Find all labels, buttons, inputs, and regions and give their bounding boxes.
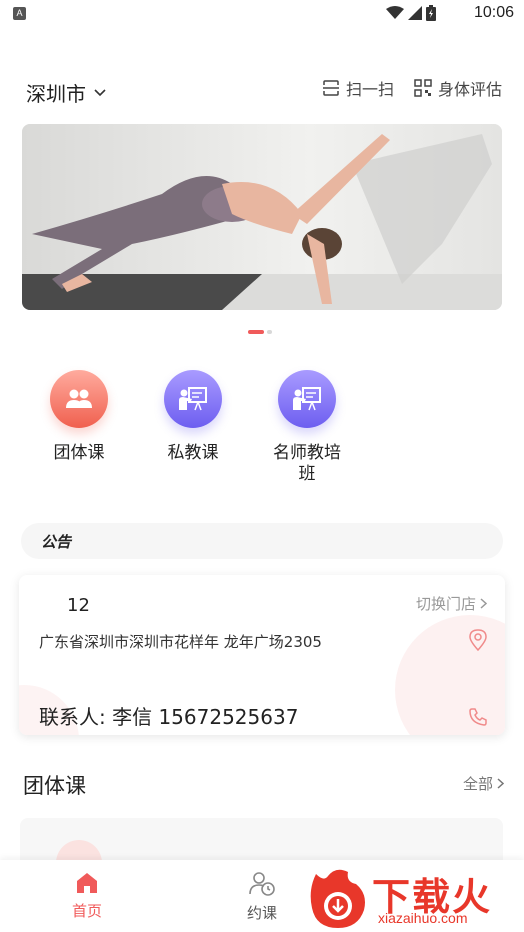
location-pin-icon[interactable] (469, 629, 487, 651)
phone-icon[interactable] (469, 708, 487, 726)
category-shortcuts: 团体课 私教课 名师教培班 (22, 370, 364, 485)
category-label: 私教课 (167, 443, 219, 463)
qr-code-icon (414, 79, 432, 97)
status-bar: A 10:06 (0, 0, 524, 28)
clock: 10:06 (473, 4, 514, 21)
notification-badge: A (13, 7, 26, 20)
section-title-group-class: 团体课 (23, 774, 86, 798)
watermark-url: xiazaihuo.com (378, 910, 468, 926)
scan-icon (322, 80, 339, 96)
store-name: 12 (67, 595, 90, 616)
pagination-dot[interactable] (267, 330, 272, 334)
switch-store-label: 切换门店 (415, 595, 476, 613)
signal-icon (408, 6, 422, 20)
category-label: 名师教培班 (273, 443, 341, 484)
pagination-dot-active[interactable] (248, 330, 264, 334)
banner-pagination (248, 330, 272, 334)
card-decoration (395, 615, 505, 735)
body-assessment-button[interactable]: 身体评估 (414, 76, 502, 100)
chevron-right-icon (480, 598, 487, 609)
category-private-class[interactable]: 私教课 (136, 370, 250, 485)
store-address: 广东省深圳市深圳市花样年 龙年广场2305 (39, 633, 322, 651)
switch-store-button[interactable]: 切换门店 (416, 593, 487, 614)
booking-icon (249, 872, 275, 896)
chevron-right-icon (497, 778, 504, 789)
notice-tag: 公告 (41, 533, 72, 551)
tab-booking[interactable]: 约课 (222, 872, 302, 923)
flame-logo-icon (310, 869, 365, 928)
scan-label: 扫一扫 (345, 80, 394, 99)
store-contact: 联系人: 李信 15672525637 (39, 705, 299, 729)
chevron-down-icon (94, 88, 106, 96)
top-bar: 深圳市 扫一扫 身体评估 (0, 70, 524, 110)
home-icon (77, 873, 97, 893)
trainer-board-icon (164, 370, 222, 428)
yoga-pose-image (22, 124, 502, 310)
view-all-button[interactable]: 全部 (463, 773, 504, 794)
watermark-logo: 下载火 xiazaihuo.com (306, 862, 524, 932)
status-icons (386, 5, 436, 21)
category-master-training[interactable]: 名师教培班 (250, 370, 364, 485)
city-selector[interactable]: 深圳市 (26, 78, 106, 107)
store-card: 12 切换门店 广东省深圳市深圳市花样年 龙年广场2305 联系人: 李信 15… (19, 575, 505, 735)
category-group-class[interactable]: 团体课 (22, 370, 136, 485)
category-label: 团体课 (53, 443, 105, 463)
view-all-label: 全部 (462, 775, 493, 793)
promo-banner[interactable] (22, 124, 502, 310)
trainer-board-icon (278, 370, 336, 428)
city-label: 深圳市 (26, 82, 86, 106)
tab-home[interactable]: 首页 (47, 872, 127, 921)
assessment-label: 身体评估 (437, 80, 502, 99)
notice-bar[interactable]: 公告 (21, 523, 503, 559)
tab-label: 首页 (71, 902, 102, 920)
scan-button[interactable]: 扫一扫 (322, 76, 394, 100)
group-icon (50, 370, 108, 428)
wifi-icon (386, 6, 404, 19)
battery-icon (426, 5, 436, 21)
tab-label: 约课 (246, 904, 277, 922)
